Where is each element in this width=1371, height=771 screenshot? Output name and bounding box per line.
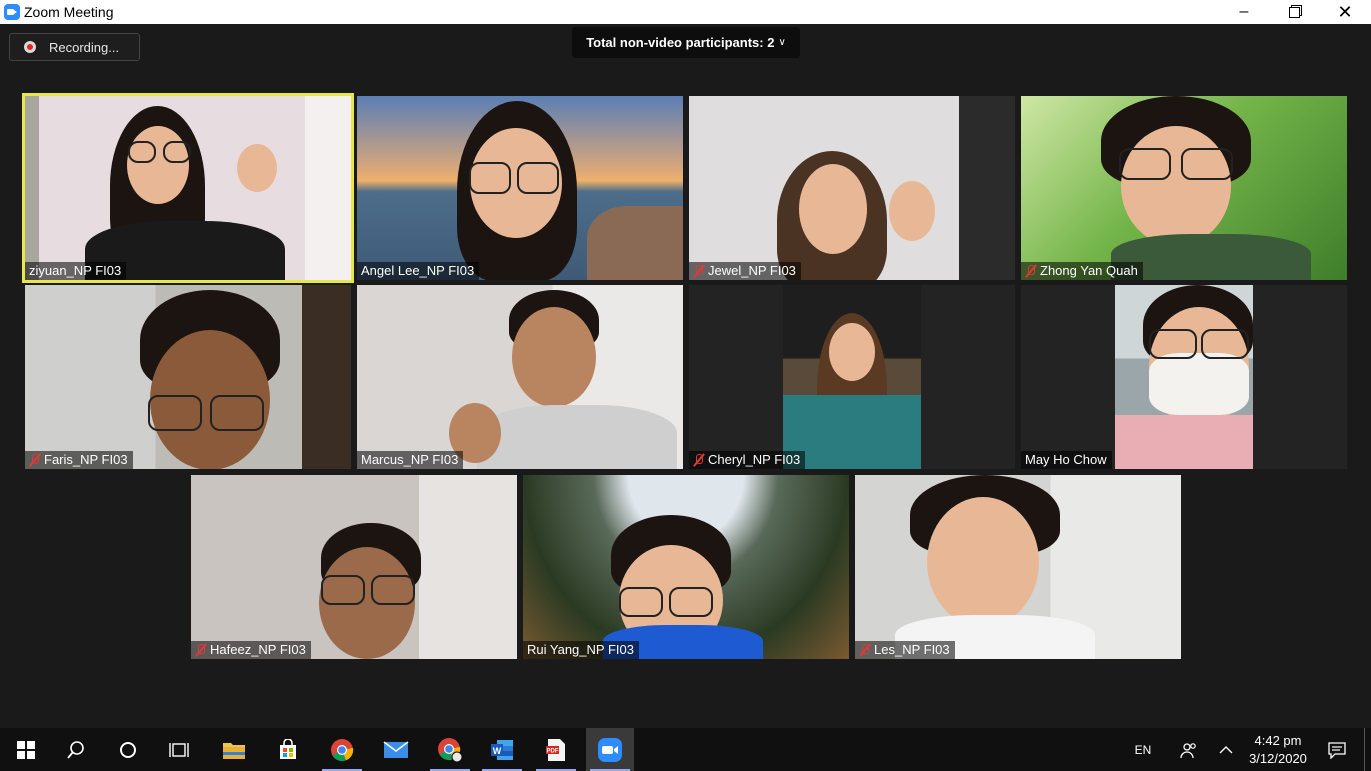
video-tile[interactable]: Cheryl_NP FI03 (689, 285, 1015, 469)
chrome-profile-button[interactable] (426, 728, 474, 771)
video-tile[interactable]: Zhong Yan Quah (1021, 96, 1347, 280)
meeting-area: Recording... Total non-video participant… (0, 24, 1371, 728)
mail-icon (383, 740, 409, 758)
microsoft-store-button[interactable] (264, 728, 312, 771)
chrome-button[interactable] (318, 728, 366, 771)
svg-text:PDF: PDF (547, 748, 559, 754)
participant-nametag: Rui Yang_NP FI03 (523, 641, 639, 659)
input-language[interactable]: EN (1128, 728, 1158, 771)
face-mask (1149, 353, 1249, 415)
chrome-profile-icon (438, 737, 463, 762)
show-hidden-icons-button[interactable] (1212, 728, 1240, 771)
participant-nametag: Faris_NP FI03 (25, 451, 133, 469)
task-view-icon (169, 742, 189, 757)
cortana-icon (120, 741, 136, 758)
recording-label: Recording... (49, 40, 120, 55)
video-tile[interactable]: May Ho Chow (1021, 285, 1347, 469)
participant-name: Cheryl_NP FI03 (708, 452, 801, 467)
chevron-up-icon (1219, 745, 1233, 753)
participant-name: May Ho Chow (1025, 452, 1107, 467)
pdf-icon: PDF (546, 738, 565, 761)
minimize-button[interactable]: – (1221, 0, 1267, 24)
mic-muted-icon (693, 264, 705, 278)
window-titlebar: Zoom Meeting – ✕ (0, 0, 1371, 24)
mic-muted-icon (693, 453, 705, 467)
start-button[interactable] (2, 728, 50, 771)
video-tile[interactable]: Angel Lee_NP FI03 (357, 96, 683, 280)
mic-muted-icon (195, 643, 207, 657)
video-tile[interactable]: Faris_NP FI03 (25, 285, 351, 469)
participant-name: Les_NP FI03 (874, 642, 950, 657)
search-button[interactable] (52, 728, 100, 771)
word-icon: W (491, 739, 513, 760)
participant-name: Angel Lee_NP FI03 (361, 263, 475, 278)
record-icon (24, 41, 36, 53)
restore-button[interactable] (1271, 0, 1317, 24)
notifications-icon (1328, 741, 1346, 759)
video-tile[interactable]: ziyuan_NP FI03 (22, 93, 354, 283)
participant-nametag: ziyuan_NP FI03 (25, 262, 127, 280)
cortana-button[interactable] (104, 728, 152, 771)
mail-button[interactable] (372, 728, 420, 771)
file-explorer-button[interactable] (210, 728, 258, 771)
participant-name: Marcus_NP FI03 (361, 452, 459, 467)
participant-nametag: Cheryl_NP FI03 (689, 451, 806, 469)
participant-nametag: Marcus_NP FI03 (357, 451, 464, 469)
clock-date: 3/12/2020 (1249, 750, 1307, 766)
zoom-icon (4, 4, 20, 20)
video-tile[interactable]: Marcus_NP FI03 (357, 285, 683, 469)
windows-taskbar: W PDF EN 4:42 pm 3/12/2020 (0, 728, 1371, 771)
task-view-button[interactable] (155, 728, 203, 771)
participant-nametag: Les_NP FI03 (855, 641, 955, 659)
participant-name: Jewel_NP FI03 (708, 263, 796, 278)
participant-nametag: Jewel_NP FI03 (689, 262, 801, 280)
word-button[interactable]: W (478, 728, 526, 771)
zoom-app-icon (598, 737, 622, 762)
clock-time: 4:42 pm (1254, 732, 1302, 748)
folder-icon (223, 742, 245, 759)
participant-name: Zhong Yan Quah (1040, 263, 1138, 278)
nonvideo-participants-dropdown[interactable]: Total non-video participants: 2 ∨ (572, 27, 800, 58)
mic-muted-icon (1025, 264, 1037, 278)
participant-nametag: Zhong Yan Quah (1021, 262, 1143, 280)
mic-muted-icon (29, 453, 41, 467)
windows-logo-icon (17, 740, 35, 759)
video-tile[interactable]: Les_NP FI03 (855, 475, 1181, 659)
clock[interactable]: 4:42 pm 3/12/2020 (1240, 728, 1316, 771)
participant-name: Rui Yang_NP FI03 (527, 642, 634, 657)
people-button[interactable] (1174, 728, 1204, 771)
window-title: Zoom Meeting (24, 4, 114, 20)
participant-nametag: Hafeez_NP FI03 (191, 641, 311, 659)
video-tile[interactable]: Hafeez_NP FI03 (191, 475, 517, 659)
close-button[interactable]: ✕ (1322, 0, 1368, 24)
video-tile[interactable]: Rui Yang_NP FI03 (523, 475, 849, 659)
action-center-button[interactable] (1320, 728, 1354, 771)
participant-name: ziyuan_NP FI03 (29, 263, 122, 278)
store-icon (280, 738, 296, 759)
recording-indicator[interactable]: Recording... (9, 33, 140, 61)
participant-nametag: Angel Lee_NP FI03 (357, 262, 480, 280)
acrobat-button[interactable]: PDF (532, 728, 580, 771)
zoom-taskbar-button[interactable] (586, 728, 634, 771)
nonvideo-label: Total non-video participants: 2 (586, 35, 775, 50)
participant-name: Faris_NP FI03 (44, 452, 128, 467)
participant-name: Hafeez_NP FI03 (210, 642, 306, 657)
participant-nametag: May Ho Chow (1021, 451, 1112, 469)
people-icon (1180, 742, 1196, 758)
show-desktop-button[interactable] (1364, 728, 1371, 771)
chevron-down-icon: ∨ (778, 37, 786, 48)
svg-text:W: W (493, 746, 502, 756)
search-icon (67, 740, 84, 759)
video-tile[interactable]: Jewel_NP FI03 (689, 96, 1015, 280)
mic-muted-icon (859, 643, 871, 657)
chrome-icon (331, 738, 354, 761)
